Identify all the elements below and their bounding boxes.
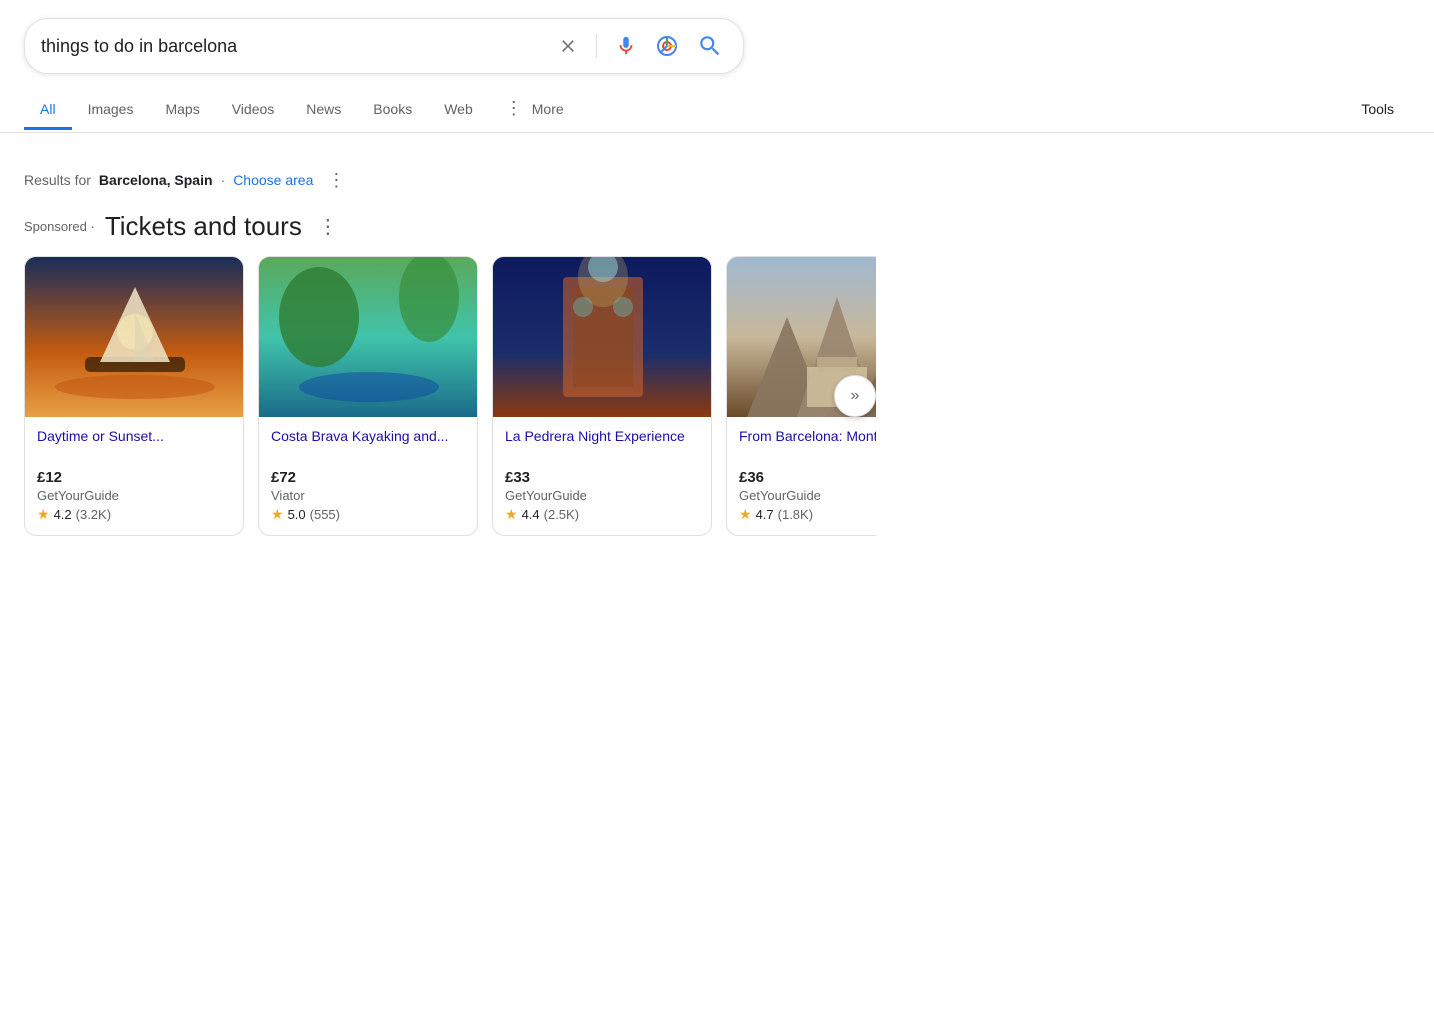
choose-area-link[interactable]: Choose area <box>233 172 313 188</box>
separator: · <box>221 172 226 188</box>
card-2-provider: Viator <box>271 488 465 503</box>
search-divider <box>596 34 597 58</box>
pedrera-scene <box>493 257 712 417</box>
tab-all[interactable]: All <box>24 91 72 130</box>
card-2-price: £72 <box>271 469 465 486</box>
search-icon <box>697 33 723 59</box>
cards-container: Daytime or Sunset... £12 GetYourGuide ★ … <box>24 256 876 536</box>
card-2-rating: ★ 5.0 (555) <box>271 506 465 523</box>
tab-images[interactable]: Images <box>72 91 150 130</box>
card-4-provider: GetYourGuide <box>739 488 876 503</box>
close-icon <box>558 36 578 56</box>
card-1-price: £12 <box>37 469 231 486</box>
scroll-next-button[interactable]: » <box>834 375 876 417</box>
card-2-image <box>259 257 477 417</box>
google-lens-icon <box>655 34 679 58</box>
card-1-provider: GetYourGuide <box>37 488 231 503</box>
sponsored-label: Sponsored · <box>24 219 95 234</box>
card-3-price: £33 <box>505 469 699 486</box>
card-4-title: From Barcelona: Montserrat... <box>739 427 876 465</box>
card-3-body: La Pedrera Night Experience £33 GetYourG… <box>493 417 711 535</box>
tab-videos[interactable]: Videos <box>216 91 291 130</box>
voice-search-button[interactable] <box>611 31 641 61</box>
tab-books[interactable]: Books <box>357 91 428 130</box>
tab-more[interactable]: ⋮ More <box>489 88 580 132</box>
sponsored-title: Tickets and tours <box>105 211 302 242</box>
card-4-rating-value: 4.7 <box>756 507 774 522</box>
tab-maps[interactable]: Maps <box>149 91 215 130</box>
sponsored-menu-button[interactable]: ⋮ <box>312 212 344 241</box>
card-3-image <box>493 257 711 417</box>
clear-button[interactable] <box>554 32 582 60</box>
card-4-body: From Barcelona: Montserrat... £36 GetYou… <box>727 417 876 535</box>
card-2-review-count: (555) <box>310 507 340 522</box>
card-1-rating-value: 4.2 <box>54 507 72 522</box>
tab-tools[interactable]: Tools <box>1345 91 1410 130</box>
card-1-review-count: (3.2K) <box>76 507 111 522</box>
card-2-rating-value: 5.0 <box>288 507 306 522</box>
star-icon: ★ <box>271 506 284 523</box>
star-icon: ★ <box>505 506 518 523</box>
search-submit-button[interactable] <box>693 29 727 63</box>
search-input[interactable] <box>41 36 544 57</box>
nav-tabs: All Images Maps Videos News Books Web ⋮ … <box>0 80 1434 133</box>
card-4-price: £36 <box>739 469 876 486</box>
tour-card-3[interactable]: La Pedrera Night Experience £33 GetYourG… <box>492 256 712 536</box>
location-menu-button[interactable]: ⋮ <box>321 169 351 191</box>
tab-web[interactable]: Web <box>428 91 489 130</box>
card-1-title: Daytime or Sunset... <box>37 427 231 465</box>
tour-card-2[interactable]: Costa Brava Kayaking and... £72 Viator ★… <box>258 256 478 536</box>
tour-card-1[interactable]: Daytime or Sunset... £12 GetYourGuide ★ … <box>24 256 244 536</box>
more-dots-icon: ⋮ <box>505 98 524 119</box>
card-4-rating: ★ 4.7 (1.8K) <box>739 506 876 523</box>
sailboat-scene <box>25 257 244 417</box>
card-3-provider: GetYourGuide <box>505 488 699 503</box>
card-1-image <box>25 257 243 417</box>
card-3-review-count: (2.5K) <box>544 507 579 522</box>
results-for-label: Results for <box>24 172 91 188</box>
card-3-rating: ★ 4.4 (2.5K) <box>505 506 699 523</box>
results-area: Results for Barcelona, Spain · Choose ar… <box>0 133 900 536</box>
card-3-title: La Pedrera Night Experience <box>505 427 699 465</box>
card-4-review-count: (1.8K) <box>778 507 813 522</box>
card-2-body: Costa Brava Kayaking and... £72 Viator ★… <box>259 417 477 535</box>
search-bar-wrapper <box>0 0 1434 74</box>
location-name: Barcelona, Spain <box>99 172 213 188</box>
star-icon: ★ <box>739 506 752 523</box>
microphone-icon <box>615 35 637 57</box>
card-1-rating: ★ 4.2 (3.2K) <box>37 506 231 523</box>
search-bar <box>24 18 744 74</box>
card-2-title: Costa Brava Kayaking and... <box>271 427 465 465</box>
card-1-body: Daytime or Sunset... £12 GetYourGuide ★ … <box>25 417 243 535</box>
lens-search-button[interactable] <box>651 30 683 62</box>
sponsored-header: Sponsored · Tickets and tours ⋮ <box>24 211 876 242</box>
star-icon: ★ <box>37 506 50 523</box>
tab-news[interactable]: News <box>290 91 357 130</box>
kayak-scene <box>259 257 478 417</box>
card-3-rating-value: 4.4 <box>522 507 540 522</box>
location-banner: Results for Barcelona, Spain · Choose ar… <box>24 169 876 191</box>
